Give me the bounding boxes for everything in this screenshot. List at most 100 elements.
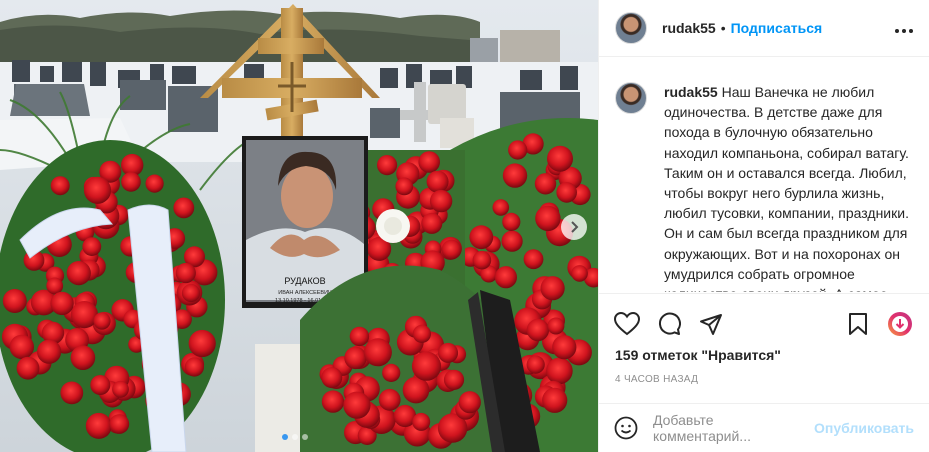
post-sidebar: rudak55 • Подписаться rudak55 Наш Ванечк… [598,0,929,452]
rose [82,237,102,256]
rose [502,212,521,231]
rose [556,182,577,203]
rose [93,312,111,330]
rose [426,170,449,193]
comment-button[interactable] [655,310,683,338]
rose [60,381,84,405]
rose [378,388,401,411]
rose [184,357,204,377]
portrait-patronymic: ИВАН АЛЕКСЕЕВИЧ [278,290,332,296]
left-wreath [0,140,225,452]
rose [546,357,573,385]
rose [363,338,392,367]
rose [343,391,371,419]
rose [83,176,112,204]
save-button[interactable] [844,310,872,338]
rose [502,163,528,188]
rose [547,145,573,172]
rose [109,414,130,434]
more-options-button[interactable] [894,18,914,39]
comment-input[interactable]: Добавьте комментарий... [653,412,814,444]
publish-button[interactable]: Опубликовать [814,420,914,436]
rose [441,239,462,260]
heart-icon [614,312,640,336]
rose [70,345,96,371]
post-timestamp[interactable]: 4 ЧАСОВ НАЗАД [615,374,698,385]
rose [321,390,345,413]
rose [508,140,528,160]
carousel-next-button[interactable] [561,214,587,240]
share-icon [700,314,722,335]
rose [492,199,510,216]
rose [472,250,492,270]
rose [526,355,545,374]
rose [112,380,129,398]
caption-avatar[interactable] [615,82,647,114]
rose [377,155,398,176]
rose [145,174,164,193]
rose [46,277,64,295]
rose [66,261,91,286]
rose [571,265,588,282]
rose [9,334,35,360]
rose [412,324,431,343]
rose [547,317,565,335]
rose [188,329,216,358]
rose [321,367,343,389]
carousel-indicator [282,434,308,440]
action-bar [599,293,929,341]
rose [469,225,494,250]
chevron-right-icon [571,221,579,233]
grave-scene: РУДАКОВ ИВАН АЛЕКСЕЕВИЧ 13.10.1978 - 16.… [0,0,598,452]
carousel-dot [282,434,288,440]
rose [542,387,568,413]
carousel-dot [292,434,298,440]
rose [526,318,550,342]
avatar[interactable] [615,12,647,44]
caption-username[interactable]: rudak55 [664,84,718,100]
comment-icon [658,312,681,335]
rose [402,376,430,404]
rose [412,412,431,431]
rose [37,339,62,364]
rose [50,176,70,196]
rose [85,412,112,439]
rose [90,375,111,395]
follow-button[interactable]: Подписаться [731,20,823,36]
separator-dot: • [720,20,726,36]
comment-bar: Добавьте комментарий... Опубликовать [599,403,929,452]
rose [429,189,453,213]
post-header: rudak55 • Подписаться [599,0,929,57]
rose [181,283,201,303]
share-button[interactable] [697,310,725,338]
carousel-dot [302,434,308,440]
rose [50,291,74,316]
rose [411,351,442,381]
rose [443,369,465,390]
rose [382,363,401,382]
portrait-name: РУДАКОВ [284,276,325,286]
rose [534,173,557,195]
post-caption: rudak55 Наш Ванечка не любил одиночества… [615,82,921,292]
rose [501,230,523,252]
rose [540,276,565,301]
rose [438,342,459,363]
rose [395,177,414,196]
emoji-icon [614,416,638,440]
rose [344,346,367,370]
like-button[interactable] [613,310,641,338]
rose [173,197,195,219]
post-photo[interactable]: РУДАКОВ ИВАН АЛЕКСЕЕВИЧ 13.10.1978 - 16.… [0,0,598,452]
rose [175,262,196,284]
rose [421,212,443,234]
download-button[interactable] [886,310,914,338]
rose [523,249,544,270]
rose [458,391,481,414]
rose [552,335,577,360]
rose [494,266,517,289]
emoji-button[interactable] [613,415,639,441]
rose [535,205,561,232]
rose [2,289,27,313]
likes-count[interactable]: 159 отметок "Нравится" [615,347,781,363]
username-link[interactable]: rudak55 [662,20,716,36]
